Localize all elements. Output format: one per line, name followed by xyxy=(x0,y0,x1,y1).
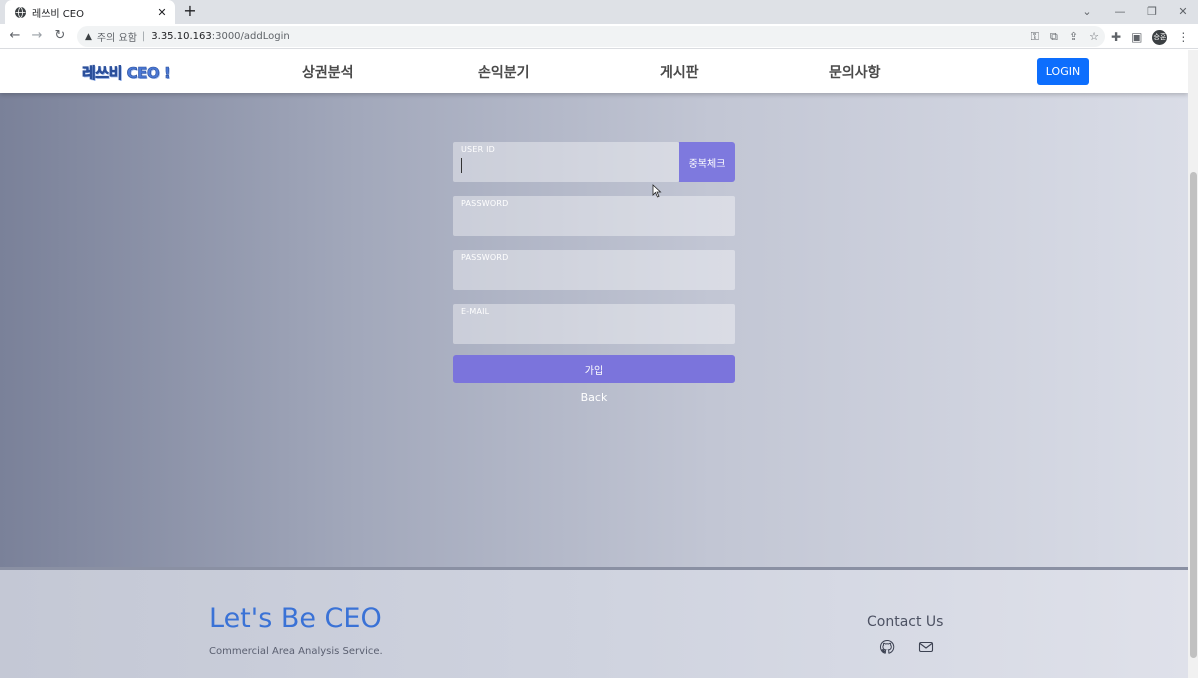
close-window-button[interactable]: ✕ xyxy=(1168,0,1198,22)
translate-icon[interactable]: ⧉ xyxy=(1050,30,1058,44)
side-panel-icon[interactable]: ▣ xyxy=(1131,30,1142,44)
text-caret xyxy=(461,158,462,173)
bookmark-star-icon[interactable]: ☆ xyxy=(1089,30,1099,43)
password-confirm-field[interactable]: PASSWORD xyxy=(453,250,735,290)
signup-button[interactable]: 가입 xyxy=(453,355,735,383)
duplicate-check-button[interactable]: 중복체크 xyxy=(679,142,735,182)
site-footer: Let's Be CEO Commercial Area Analysis Se… xyxy=(0,567,1188,678)
nav-item-area-analysis[interactable]: 상권분석 xyxy=(302,62,354,82)
password-label: PASSWORD xyxy=(461,199,509,208)
footer-subtitle: Commercial Area Analysis Service. xyxy=(209,646,383,657)
menu-icon[interactable]: ⋮ xyxy=(1177,30,1189,44)
omnibox-separator: | xyxy=(141,31,146,42)
restore-button[interactable]: ❐ xyxy=(1137,0,1167,22)
page-scrollbar[interactable] xyxy=(1188,50,1198,678)
userid-field[interactable]: USER ID xyxy=(453,142,679,182)
site-header: 레쓰비 CEO ! 상권분석 손익분기 게시판 문의사항 LOGIN xyxy=(0,50,1188,93)
mail-icon[interactable] xyxy=(917,638,935,656)
reload-icon[interactable]: ↻ xyxy=(51,27,69,45)
share-icon[interactable]: ⇪ xyxy=(1069,30,1078,43)
nav-item-inquiry[interactable]: 문의사항 xyxy=(829,62,881,82)
back-arrow-icon[interactable]: ← xyxy=(6,27,24,45)
new-tab-button[interactable]: + xyxy=(182,3,198,19)
profile-avatar[interactable]: 승훈 xyxy=(1152,29,1168,45)
login-button[interactable]: LOGIN xyxy=(1037,58,1089,85)
tab-search-icon[interactable]: ⌄ xyxy=(1072,0,1102,22)
site-logo[interactable]: 레쓰비 CEO ! xyxy=(82,62,171,83)
page-viewport: 레쓰비 CEO ! 상권분석 손익분기 게시판 문의사항 LOGIN USER … xyxy=(0,50,1188,678)
password-input[interactable] xyxy=(460,211,660,231)
url-host: 3.35.10.163 xyxy=(151,31,212,42)
password-confirm-input[interactable] xyxy=(460,265,660,285)
tab-close-icon[interactable]: ✕ xyxy=(155,6,169,19)
url-path: :3000/addLogin xyxy=(211,31,290,42)
nav-item-board[interactable]: 게시판 xyxy=(660,62,699,82)
forward-arrow-icon[interactable]: → xyxy=(28,27,46,45)
footer-title: Let's Be CEO xyxy=(209,603,382,634)
omnibox-icons: ⚿ ⧉ ⇪ ☆ xyxy=(1031,26,1099,47)
contact-title: Contact Us xyxy=(867,614,944,630)
userid-input[interactable] xyxy=(460,157,660,177)
email-field[interactable]: E-MAIL xyxy=(453,304,735,344)
extensions-icon[interactable]: ✚ xyxy=(1111,30,1121,44)
globe-icon xyxy=(15,6,26,18)
minimize-button[interactable]: — xyxy=(1105,0,1135,22)
nav-item-break-even[interactable]: 손익분기 xyxy=(478,62,530,82)
scrollbar-thumb[interactable] xyxy=(1190,172,1197,658)
tab-title: 레쓰비 CEO xyxy=(32,8,84,20)
password-confirm-label: PASSWORD xyxy=(461,253,509,262)
address-bar[interactable]: ▲ 주의 요함 | 3.35.10.163 :3000/addLogin ⚿ ⧉… xyxy=(77,26,1105,47)
key-icon[interactable]: ⚿ xyxy=(1031,30,1039,44)
mouse-cursor-icon xyxy=(652,184,662,198)
github-icon[interactable] xyxy=(878,638,896,656)
browser-tabstrip: 레쓰비 CEO ✕ + ⌄ — ❐ ✕ xyxy=(0,0,1198,24)
warning-icon[interactable]: ▲ xyxy=(85,32,92,42)
email-label: E-MAIL xyxy=(461,307,490,316)
browser-tab[interactable]: 레쓰비 CEO ✕ xyxy=(5,0,175,24)
userid-label: USER ID xyxy=(461,145,496,154)
security-label: 주의 요함 xyxy=(96,33,137,44)
browser-toolbar: ← → ↻ ▲ 주의 요함 | 3.35.10.163 :3000/addLog… xyxy=(0,24,1198,49)
toolbar-actions: ✚ ▣ 승훈 ⋮ xyxy=(1111,28,1189,46)
password-field[interactable]: PASSWORD xyxy=(453,196,735,236)
email-input[interactable] xyxy=(460,319,660,339)
back-link[interactable]: Back xyxy=(453,391,735,404)
